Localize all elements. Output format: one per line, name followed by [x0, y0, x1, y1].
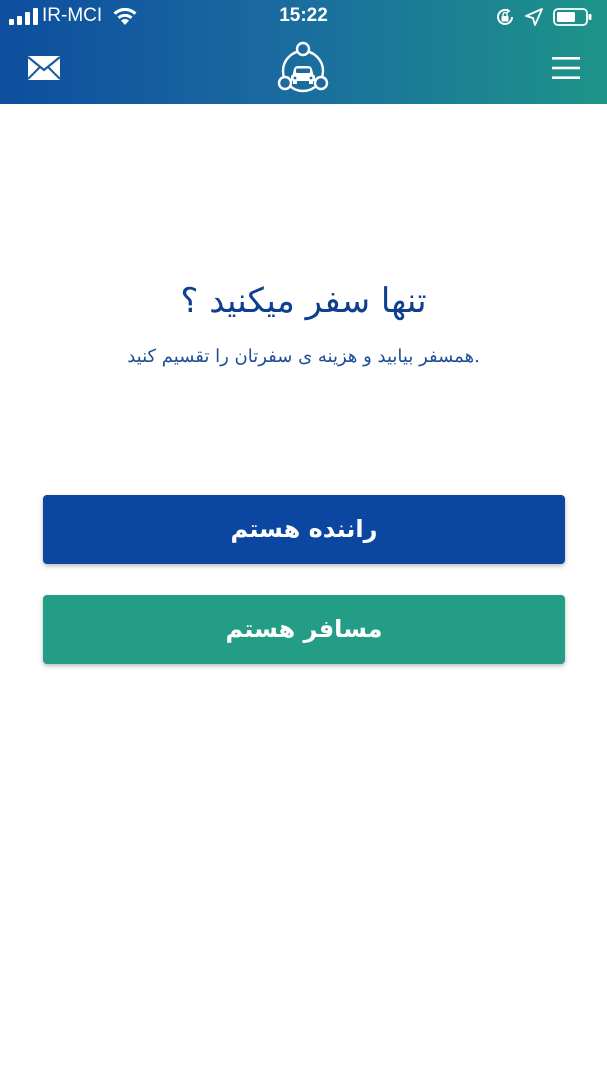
status-icons	[495, 5, 593, 29]
app-header: IR-MCI 15:22	[0, 0, 607, 104]
rotation-lock-icon	[497, 8, 513, 25]
battery-icon	[553, 8, 592, 26]
driver-button[interactable]: راننده هستم	[43, 495, 565, 564]
car-network-logo	[277, 41, 329, 93]
page-title: تنها سفر میکنید ؟	[180, 281, 427, 321]
passenger-button[interactable]: مسافر هستم	[43, 595, 565, 664]
hamburger-menu-icon[interactable]	[550, 54, 582, 82]
status-bar: IR-MCI 15:22	[0, 0, 607, 34]
location-arrow-icon	[525, 8, 543, 26]
navigation-bar	[0, 34, 607, 104]
page-subtitle: .همسفر بیابید و هزینه ی سفرتان را تقسیم …	[127, 346, 480, 367]
envelope-icon[interactable]	[27, 54, 61, 82]
